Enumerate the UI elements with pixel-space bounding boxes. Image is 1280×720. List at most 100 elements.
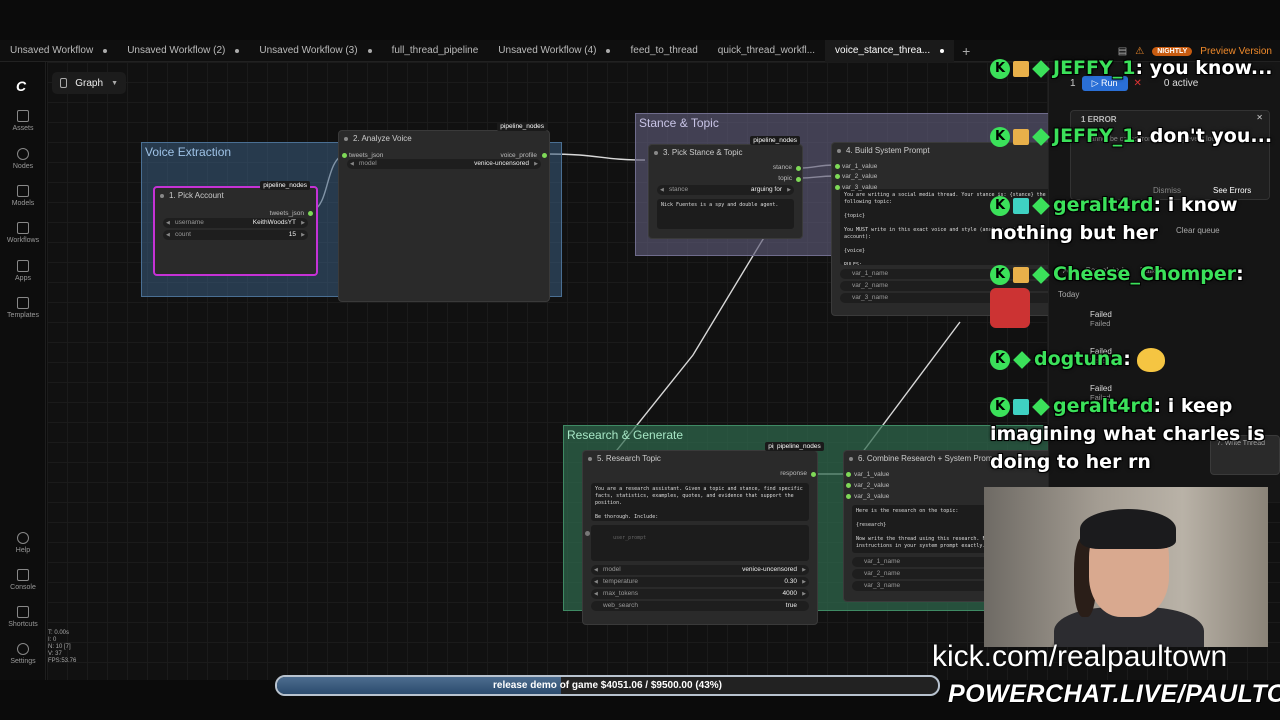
pipeline-badge: pipeline_nodes [774,442,824,451]
sub-badge-icon [1013,197,1029,214]
sidebar-item-help[interactable]: Help [0,532,46,554]
powerchat-url: POWERCHAT.LIVE/PAULTOWN [948,680,1280,708]
close-icon[interactable]: ✕ [1256,113,1263,122]
user-prompt-textarea[interactable]: user_prompt [591,525,809,561]
screen: Voice Extraction 1. Pick Account pipelin… [0,0,1280,720]
input-port[interactable] [342,153,347,158]
model-field[interactable]: model venice-uncensored [347,159,541,169]
tab-full-thread-pipeline[interactable]: full_thread_pipeline [382,40,489,62]
tab-unsaved-workflow-4[interactable]: Unsaved Workflow (4) [488,40,620,62]
verified-badge-icon [1032,59,1050,78]
output-stance: stance [772,164,792,171]
input-port-3[interactable] [846,494,851,499]
chat-message: Kdogtuna: [990,345,1280,373]
output-voice-profile: voice_profile [500,152,538,159]
count-field[interactable]: count 15 [163,230,308,240]
sidebar-item-workflows[interactable]: Workflows [0,222,46,244]
input-var-1: var_1_value [842,163,878,170]
group-title: Stance & Topic [639,116,719,130]
input-var-1: var_1_value [854,471,890,478]
verified-badge-icon [1032,196,1050,215]
sub-badge-icon [1013,398,1029,415]
verified-badge-icon [1032,265,1050,284]
pipeline-badge: pipeline_nodes [260,181,310,190]
output-port-stance[interactable] [796,166,801,171]
sidebar-item-nodes[interactable]: Nodes [0,148,46,170]
graph-mode-button[interactable]: Graph ▼ [52,72,126,94]
node-title: 1. Pick Account [155,188,316,204]
comfy-logo-icon[interactable]: C [16,78,32,94]
input-port-1[interactable] [835,164,840,169]
node-pick-account[interactable]: 1. Pick Account pipeline_nodes tweets_js… [153,181,318,276]
pipeline-badge: pipeline_nodes [750,136,800,145]
chat-message: K Cheese_Chomper: [990,260,1280,328]
kick-badge-icon: K [990,195,1010,216]
output-response: response [780,470,807,477]
tab-unsaved-workflow[interactable]: Unsaved Workflow [0,40,117,62]
sidebar-item-models[interactable]: Models [0,185,46,207]
kick-badge-icon: K [990,126,1010,147]
kick-url: kick.com/realpaultown [932,640,1228,673]
sidebar-item-assets[interactable]: Assets [0,110,46,132]
tab-voice-stance-thread[interactable]: voice_stance_threa... [825,39,955,62]
render-stats: T: 0.00s I: 0 N: 10 [7] V: 37 FPS:53.76 [48,630,77,664]
left-sidebar: C Assets Nodes Models Workflows Apps Tem… [0,62,46,680]
sub-badge-icon [1013,266,1029,283]
workflows-icon [17,222,29,234]
input-port-3[interactable] [835,185,840,190]
sidebar-item-shortcuts[interactable]: Shortcuts [0,606,46,628]
output-topic: topic [778,175,792,182]
output-port-topic[interactable] [796,177,801,182]
max-tokens-field[interactable]: max_tokens 4000 [591,589,809,599]
group-title: Voice Extraction [145,145,232,159]
chat-emote [990,288,1030,328]
tab-unsaved-workflow-2[interactable]: Unsaved Workflow (2) [117,40,249,62]
goal-text: release demo of game $4051.06 / $9500.00… [492,680,723,691]
webcam-feed [984,487,1268,647]
templates-icon [17,297,29,309]
models-icon [17,185,29,197]
stance-field[interactable]: stance arguing for [657,185,794,195]
input-var-3: var_3_value [854,493,890,500]
pipeline-badge: pipeline_nodes [497,122,547,131]
node-title: 2. Analyze Voice [339,131,549,147]
sidebar-item-apps[interactable]: Apps [0,260,46,282]
node-title: 5. Research Topic [583,451,817,467]
chat-message: Kgeralt4rd: i keep imagining what charle… [990,395,1265,473]
input-port-2[interactable] [835,174,840,179]
help-icon [17,532,29,544]
sidebar-item-console[interactable]: Console [0,569,46,591]
chat-message: K JEFFY_1: don't you... [990,122,1280,150]
chevron-down-icon: ▼ [111,79,118,87]
tab-unsaved-workflow-3[interactable]: Unsaved Workflow (3) [249,40,381,62]
console-icon [17,569,29,581]
output-port[interactable] [542,153,547,158]
node-research-topic[interactable]: 5. Research Topic pipeline_nodes respons… [582,442,818,625]
output-port[interactable] [811,472,816,477]
temperature-field[interactable]: temperature 0.30 [591,577,809,587]
input-port-1[interactable] [846,472,851,477]
node-analyze-voice[interactable]: 2. Analyze Voice pipeline_nodes tweets_j… [338,122,550,302]
sidebar-item-settings[interactable]: Settings [0,643,46,665]
verified-badge-icon [1032,127,1050,146]
username-field[interactable]: username KeithWoodsYT [163,218,308,228]
output-port[interactable] [308,211,313,216]
node-pick-stance[interactable]: 3. Pick Stance & Topic pipeline_nodes st… [648,136,803,239]
topic-textarea[interactable]: Nick Fuentes is a spy and double agent. [657,199,794,229]
input-port-user-prompt[interactable] [585,531,590,536]
input-port-2[interactable] [846,483,851,488]
group-title: Research & Generate [567,428,684,442]
system-prompt-textarea[interactable]: You are a research assistant. Given a to… [591,483,809,521]
model-field[interactable]: model venice-uncensored [591,565,809,575]
tab-quick-thread-workflow[interactable]: quick_thread_workfl... [708,40,825,62]
add-tab-icon[interactable]: + [954,43,978,59]
chat-emote [1137,347,1166,372]
web-search-toggle[interactable]: web_search true [591,601,809,611]
sidebar-item-templates[interactable]: Templates [0,297,46,319]
input-var-3: var_3_value [842,184,878,191]
tab-feed-to-thread[interactable]: feed_to_thread [620,40,707,62]
sub-badge-icon [1013,60,1029,77]
kick-badge-icon: K [990,396,1010,417]
gear-icon [17,643,29,655]
chat-message: Kgeralt4rd: i know nothing but her [990,194,1238,244]
